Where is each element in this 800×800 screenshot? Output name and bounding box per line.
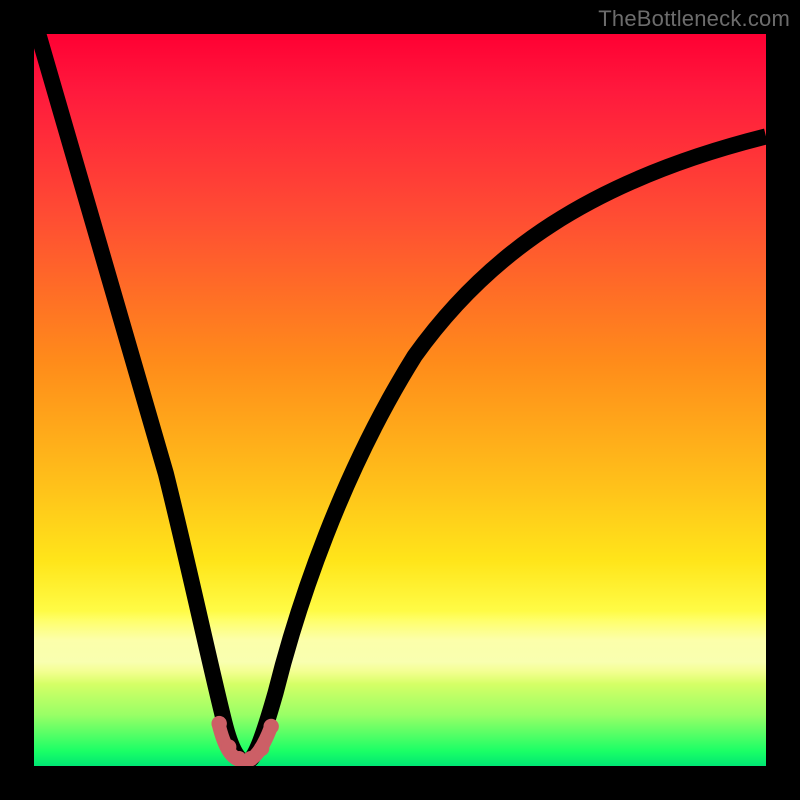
plot-area — [34, 34, 766, 766]
highlight-dot — [221, 739, 236, 754]
highlight-dot — [254, 741, 269, 756]
highlight-dot — [263, 719, 278, 734]
watermark-text: TheBottleneck.com — [598, 6, 790, 32]
bottleneck-curve-thicken — [34, 34, 766, 762]
highlight-dot — [212, 716, 227, 731]
curve-layer — [34, 34, 766, 766]
outer-frame: TheBottleneck.com — [0, 0, 800, 800]
